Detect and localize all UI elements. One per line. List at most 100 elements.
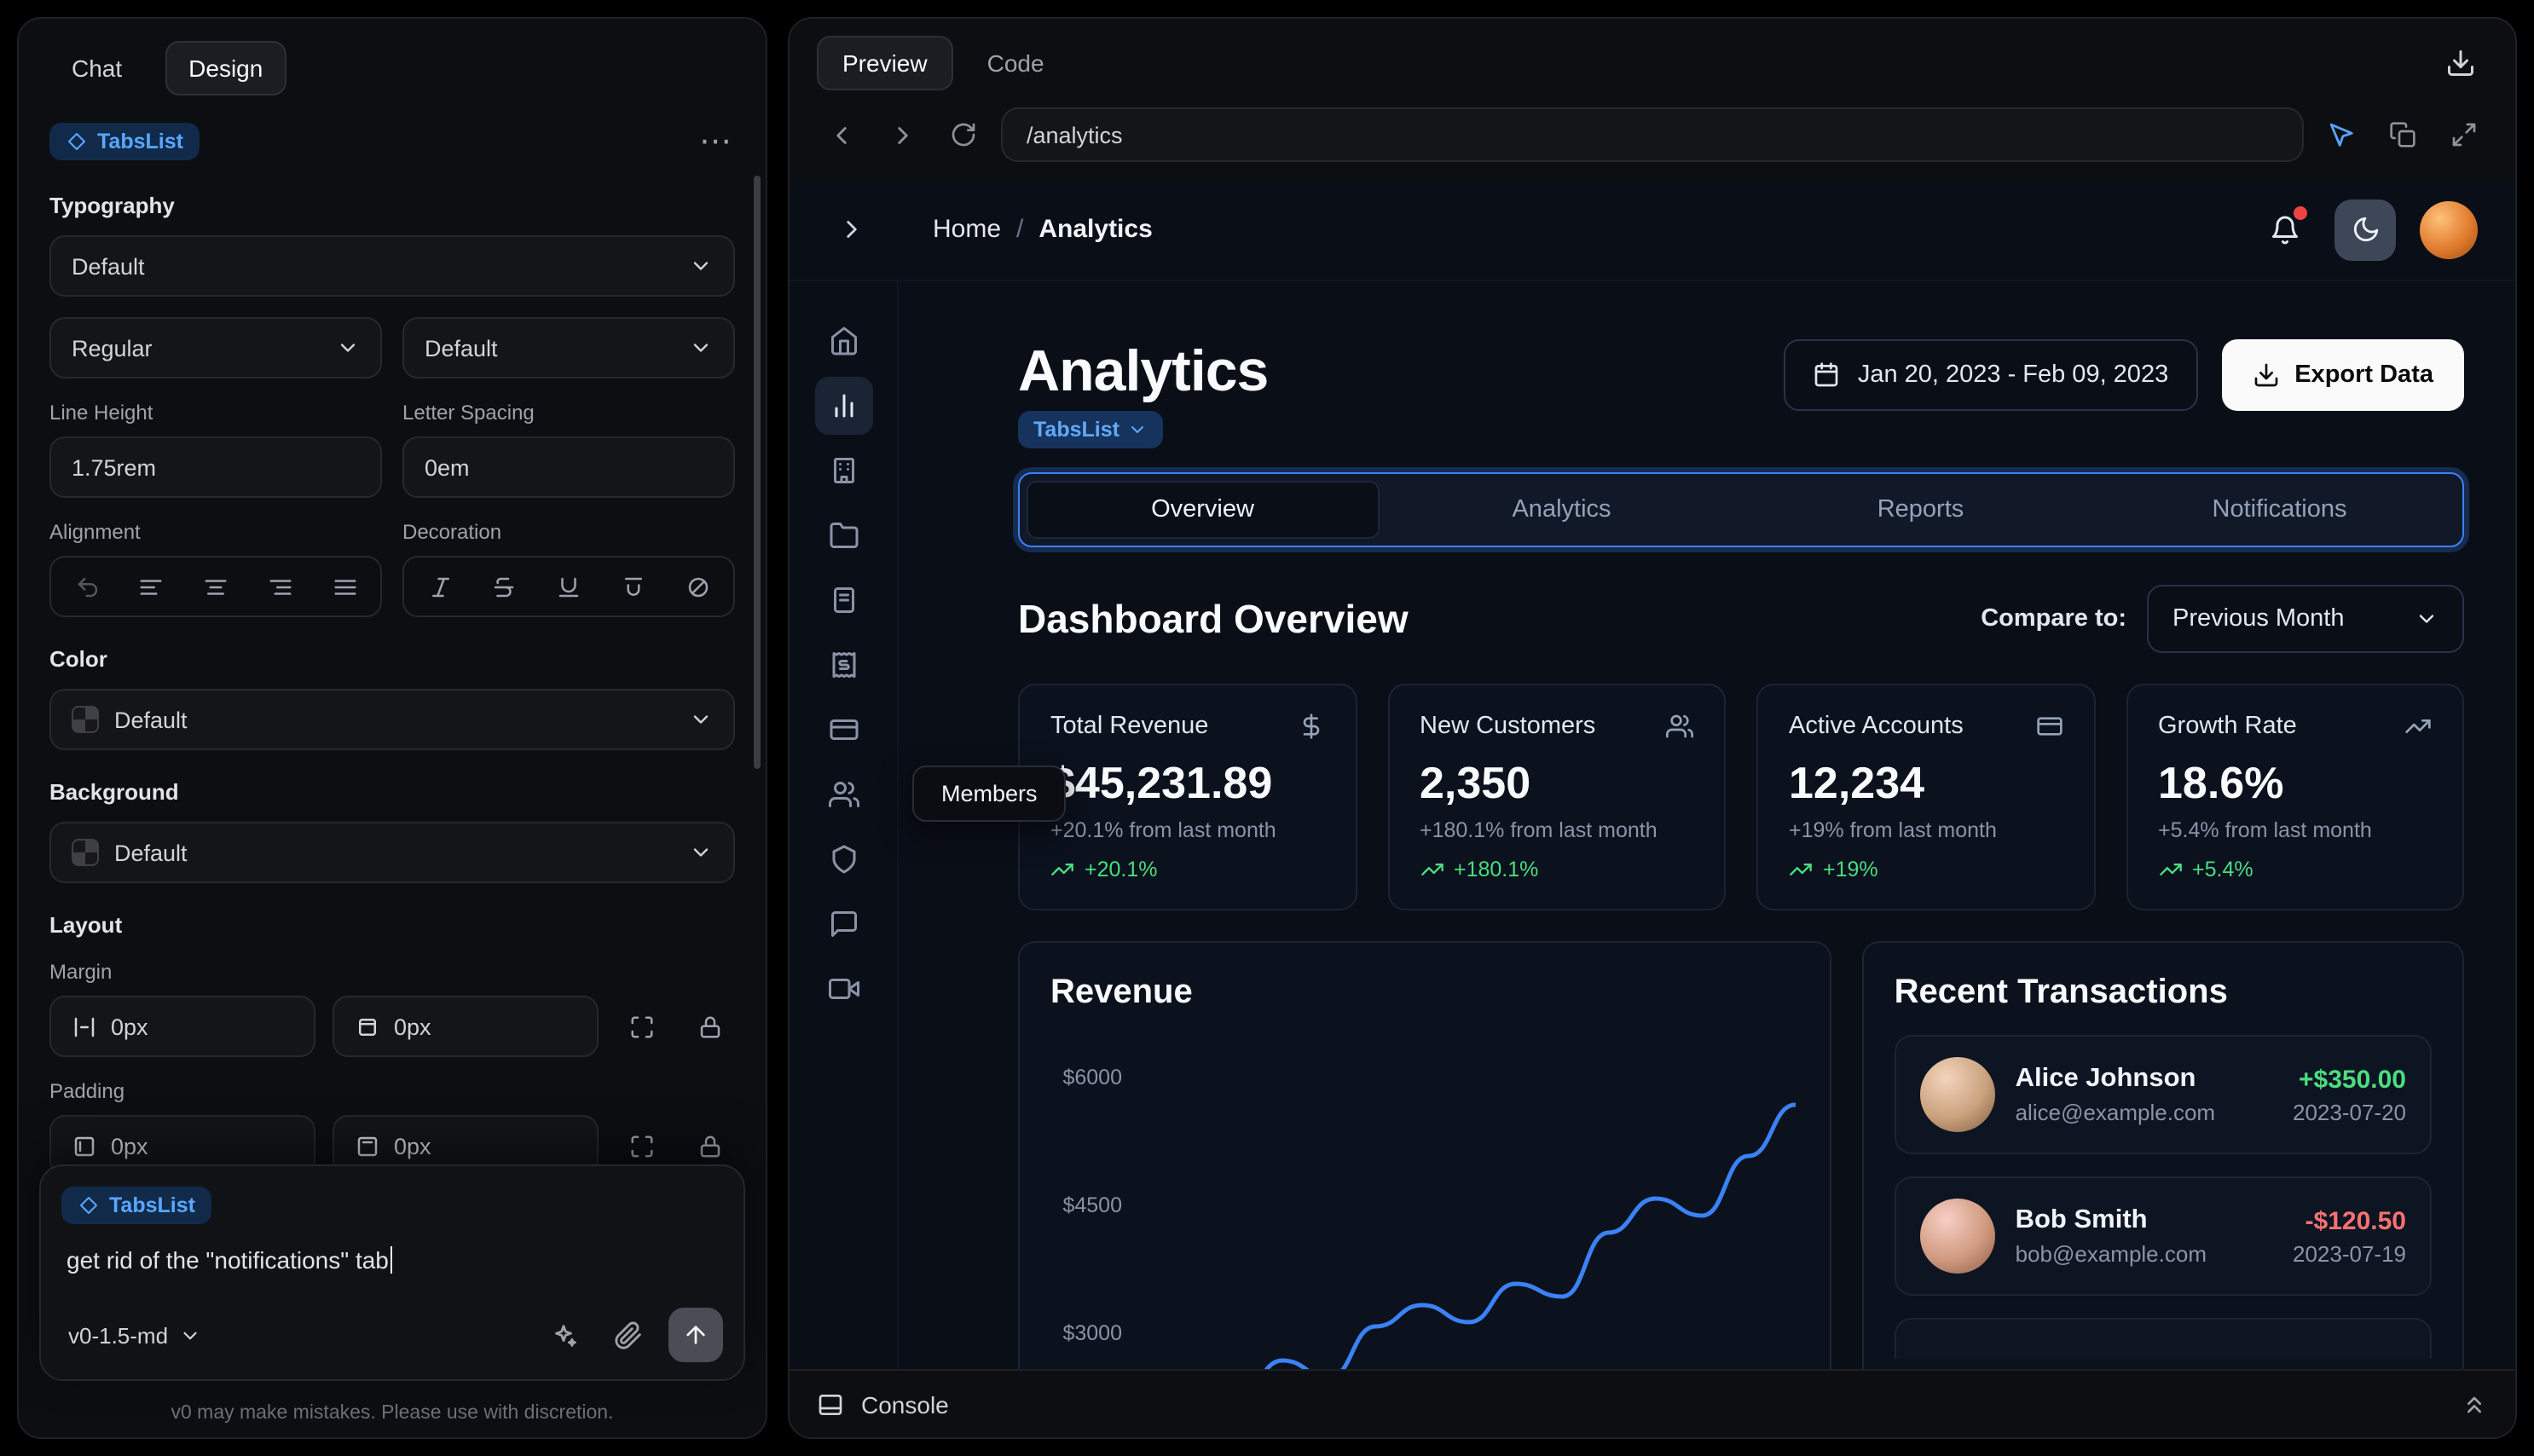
refresh-icon (952, 123, 975, 147)
trending-up-icon (2159, 864, 2181, 875)
padding-x-value: 0px (111, 1133, 148, 1158)
font-family-select[interactable]: Default (49, 235, 735, 297)
transaction-email: bob@example.com (2015, 1241, 2207, 1267)
nav-video[interactable] (814, 960, 872, 1018)
letter-spacing-label: Letter Spacing (402, 401, 535, 425)
refresh-button[interactable] (940, 111, 987, 159)
send-button[interactable] (668, 1308, 723, 1362)
selected-component-chip[interactable]: TabsList (1018, 411, 1164, 448)
model-selector[interactable]: v0-1.5-md (61, 1315, 207, 1355)
calendar-icon (1815, 362, 1839, 387)
nav-members[interactable] (814, 766, 872, 823)
composer-context-chip[interactable]: TabsList (61, 1187, 212, 1224)
members-tooltip: Members (912, 766, 1067, 822)
paperclip-icon (614, 1320, 640, 1349)
selected-element-chip[interactable]: TabsList (49, 123, 200, 160)
compare-select[interactable]: Previous Month (2147, 585, 2464, 653)
padding-lock-button[interactable] (684, 1120, 735, 1171)
attach-file-button[interactable] (604, 1311, 651, 1359)
tab-chat[interactable]: Chat (49, 43, 144, 94)
align-center-icon (205, 579, 227, 594)
transaction-row[interactable]: Alice Johnson alice@example.com +$350.00… (1894, 1035, 2432, 1154)
stat-subtitle: +20.1% from last month (1050, 818, 1276, 842)
address-bar[interactable]: /analytics (1001, 107, 2304, 162)
transaction-date: 2023-07-19 (2293, 1240, 2406, 1266)
margin-lock-button[interactable] (684, 1001, 735, 1052)
nav-security[interactable] (814, 830, 872, 888)
notifications-button[interactable] (2259, 204, 2311, 255)
transaction-row[interactable]: Bob Smith bob@example.com -$120.50 2023-… (1894, 1176, 2432, 1296)
strikethrough-button[interactable] (484, 566, 525, 607)
line-height-input[interactable]: 1.75rem (49, 436, 382, 498)
selected-element-label: TabsList (97, 130, 183, 153)
users-icon (828, 782, 859, 807)
tab-reports[interactable]: Reports (1744, 481, 2097, 539)
tab-notifications[interactable]: Notifications (2103, 481, 2456, 539)
chevron-down-icon (340, 344, 356, 352)
more-options-button[interactable]: ⋯ (699, 125, 735, 158)
bar-chart-icon (834, 394, 853, 418)
stat-value: $45,231.89 (1050, 757, 1273, 808)
duplicate-button[interactable] (2379, 111, 2427, 159)
font-weight-select[interactable]: Regular (49, 317, 382, 378)
padding-expand-button[interactable] (616, 1120, 667, 1171)
nav-organization[interactable] (814, 442, 872, 500)
composer-input[interactable]: get rid of the "notifications" tab (67, 1246, 718, 1274)
nav-messages[interactable] (814, 895, 872, 953)
nav-payments[interactable] (814, 701, 872, 759)
scrollbar-thumb[interactable] (754, 176, 761, 769)
align-justify-button[interactable] (324, 566, 365, 607)
background-select[interactable]: Default (49, 822, 735, 883)
underline-button[interactable] (548, 566, 589, 607)
fullscreen-button[interactable] (2440, 111, 2488, 159)
tab-code[interactable]: Code (963, 38, 1068, 89)
lock-icon (699, 1135, 720, 1157)
export-data-button[interactable]: Export Data (2221, 339, 2464, 411)
overline-button[interactable] (613, 566, 654, 607)
inspect-button[interactable] (2317, 111, 2365, 159)
chevron-left-icon (836, 126, 846, 143)
margin-x-input[interactable]: 0px (49, 996, 315, 1057)
user-avatar[interactable] (2420, 200, 2478, 258)
date-range-picker[interactable]: Jan 20, 2023 - Feb 09, 2023 (1784, 339, 2198, 411)
tab-design[interactable]: Design (165, 41, 287, 95)
italic-button[interactable] (419, 566, 460, 607)
underline-icon (558, 576, 579, 597)
nav-invoices[interactable] (814, 636, 872, 694)
nav-notebook[interactable] (814, 571, 872, 629)
enhance-prompt-button[interactable] (539, 1311, 587, 1359)
sidebar-expand-button[interactable] (827, 205, 875, 253)
forward-button[interactable] (878, 111, 926, 159)
align-reset-button[interactable] (67, 566, 107, 607)
nav-analytics[interactable] (814, 377, 872, 435)
align-left-button[interactable] (131, 566, 172, 607)
nav-home[interactable] (814, 312, 872, 370)
clear-decoration-button[interactable] (677, 566, 718, 607)
align-center-button[interactable] (195, 566, 236, 607)
console-bar: Console (790, 1369, 2515, 1437)
back-button[interactable] (817, 111, 865, 159)
page-title: Analytics (1018, 339, 1269, 404)
download-icon (2253, 363, 2277, 387)
tab-overview[interactable]: Overview (1027, 481, 1379, 539)
chat-composer[interactable]: TabsList get rid of the "notifications" … (39, 1164, 745, 1381)
transaction-name: Bob Smith (2015, 1205, 2148, 1234)
tab-preview[interactable]: Preview (817, 36, 953, 90)
margin-expand-button[interactable] (616, 1001, 667, 1052)
letter-spacing-input[interactable]: 0em (402, 436, 735, 498)
theme-toggle-button[interactable] (2334, 199, 2396, 260)
credit-card-icon (829, 719, 858, 740)
breadcrumb-home[interactable]: Home (933, 215, 1001, 244)
margin-y-input[interactable]: 0px (333, 996, 599, 1057)
nav-projects[interactable] (814, 506, 872, 564)
tabs-list-selected: Overview Analytics Reports Notifications (1018, 472, 2464, 547)
tab-analytics[interactable]: Analytics (1386, 481, 1738, 539)
color-select[interactable]: Default (49, 689, 735, 750)
cursor-icon (2329, 122, 2352, 146)
padding-y-value: 0px (394, 1133, 431, 1158)
download-button[interactable] (2433, 36, 2488, 90)
align-right-button[interactable] (260, 566, 301, 607)
compare-value: Previous Month (2172, 605, 2345, 633)
console-expand-button[interactable] (2461, 1390, 2488, 1418)
font-size-select[interactable]: Default (402, 317, 735, 378)
